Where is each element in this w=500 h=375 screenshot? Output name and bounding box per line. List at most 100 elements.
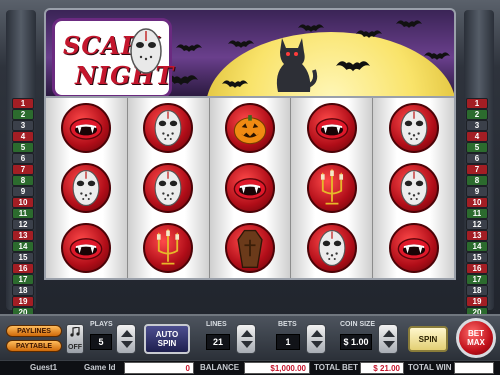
total-win-label: TOTAL WIN <box>408 363 452 372</box>
payline-indicator-17[interactable]: 17 <box>466 274 488 285</box>
lips-fangs-icon <box>388 223 439 273</box>
payline-indicator-18[interactable]: 18 <box>466 285 488 296</box>
lines-label: LINES <box>206 321 227 328</box>
payline-indicators-right: 123456789101112131415161718192021 <box>462 96 492 329</box>
payline-indicator-7[interactable]: 7 <box>12 164 34 175</box>
payline-indicator-10[interactable]: 10 <box>12 197 34 208</box>
bat-icon <box>176 44 202 52</box>
payline-indicator-5[interactable]: 5 <box>466 142 488 153</box>
bat-icon <box>424 52 450 60</box>
bet-max-label-line-1: BET <box>468 329 484 338</box>
candelabra-icon <box>306 163 357 213</box>
game-id-label: Game Id <box>84 363 116 372</box>
total-bet-label: TOTAL BET <box>314 363 358 372</box>
payline-indicator-18[interactable]: 18 <box>12 285 34 296</box>
total-bet-value: $ 21.00 <box>360 362 404 374</box>
lines-increase-icon[interactable] <box>241 330 253 337</box>
lips-fangs-icon <box>61 223 112 273</box>
bat-icon <box>396 20 422 28</box>
payline-indicator-12[interactable]: 12 <box>12 219 34 230</box>
spin-button[interactable]: SPIN <box>408 326 448 352</box>
bets-value: 1 <box>276 334 300 350</box>
payline-indicator-1[interactable]: 1 <box>12 98 34 109</box>
payline-indicator-7[interactable]: 7 <box>466 164 488 175</box>
payline-indicator-19[interactable]: 19 <box>466 296 488 307</box>
username: Guest1 <box>30 363 58 372</box>
plays-decrease-icon[interactable] <box>121 341 133 348</box>
hockey-mask-icon <box>143 163 194 213</box>
bat-icon <box>228 40 254 48</box>
payline-indicator-6[interactable]: 6 <box>12 153 34 164</box>
autospin-label-line-2: SPIN <box>157 339 177 348</box>
payline-indicators-left: 123456789101112131415161718192021 <box>8 96 38 329</box>
black-cat-icon <box>276 38 318 92</box>
lines-stepper[interactable] <box>236 324 256 354</box>
hockey-mask-icon <box>388 163 439 213</box>
autospin-label-line-1: AUTO <box>155 330 179 339</box>
payline-indicator-16[interactable]: 16 <box>12 263 34 274</box>
bet-max-button[interactable]: BET MAX <box>456 318 496 358</box>
bets-increase-icon[interactable] <box>311 330 323 337</box>
control-panel: PAYLINES PAYTABLE OFF PLAYS 5 AUTO SPIN L… <box>0 314 500 360</box>
payline-indicator-4[interactable]: 4 <box>466 131 488 142</box>
payline-indicator-3[interactable]: 3 <box>466 120 488 131</box>
slot-machine-cabinet: SCARY NIGHT 1 2 3 4 5 6 7 8 9 10 11 12 13 14 15 16 17 18 1… <box>0 0 500 375</box>
payline-indicator-13[interactable]: 13 <box>466 230 488 241</box>
total-win-value <box>454 362 494 374</box>
payline-indicator-11[interactable]: 11 <box>12 208 34 219</box>
coin-size-label: COIN SIZE <box>340 321 376 328</box>
payline-indicator-16[interactable]: 16 <box>466 263 488 274</box>
payline-indicator-2[interactable]: 2 <box>466 109 488 120</box>
game-logo: SCARY NIGHT <box>52 18 173 96</box>
payline-indicator-2[interactable]: 2 <box>12 109 34 120</box>
payline-indicator-10[interactable]: 10 <box>466 197 488 208</box>
coffin-icon <box>224 223 275 273</box>
payline-indicator-1[interactable]: 1 <box>466 98 488 109</box>
payline-indicator-15[interactable]: 15 <box>466 252 488 263</box>
paytable-button[interactable]: PAYTABLE <box>6 340 62 352</box>
jack-o-lantern-icon <box>224 103 275 153</box>
bat-icon <box>222 80 248 88</box>
payline-indicator-17[interactable]: 17 <box>12 274 34 285</box>
autospin-button[interactable]: AUTO SPIN <box>144 324 190 354</box>
payline-indicator-13[interactable]: 13 <box>12 230 34 241</box>
payline-indicator-8[interactable]: 8 <box>12 175 34 186</box>
payline-indicator-3[interactable]: 3 <box>12 120 34 131</box>
payline-indicator-11[interactable]: 11 <box>466 208 488 219</box>
bets-stepper[interactable] <box>306 324 326 354</box>
bat-icon <box>298 24 324 32</box>
sound-toggle-button[interactable]: OFF <box>66 324 84 354</box>
plays-increase-icon[interactable] <box>121 330 133 337</box>
lips-fangs-icon <box>61 103 112 153</box>
sound-off-label: OFF <box>68 344 82 351</box>
payline-indicator-14[interactable]: 14 <box>466 241 488 252</box>
plays-value: 5 <box>90 334 112 350</box>
lips-fangs-icon <box>224 163 275 213</box>
candelabra-icon <box>143 223 194 273</box>
lines-decrease-icon[interactable] <box>241 341 253 348</box>
coin-size-value: $ 1.00 <box>340 334 372 350</box>
payline-indicator-9[interactable]: 9 <box>12 186 34 197</box>
payline-indicator-14[interactable]: 14 <box>12 241 34 252</box>
bets-label: BETS <box>278 321 297 328</box>
balance-label: BALANCE <box>200 363 240 372</box>
payline-indicator-5[interactable]: 5 <box>12 142 34 153</box>
plays-stepper[interactable] <box>116 324 136 354</box>
payline-indicator-9[interactable]: 9 <box>466 186 488 197</box>
payline-indicator-8[interactable]: 8 <box>466 175 488 186</box>
payline-indicator-15[interactable]: 15 <box>12 252 34 263</box>
reel-5 <box>373 98 454 278</box>
coin-size-increase-icon[interactable] <box>383 330 395 337</box>
coin-size-decrease-icon[interactable] <box>383 341 395 348</box>
payline-indicator-19[interactable]: 19 <box>12 296 34 307</box>
payline-indicator-6[interactable]: 6 <box>466 153 488 164</box>
payline-indicator-12[interactable]: 12 <box>466 219 488 230</box>
lines-value: 21 <box>206 334 230 350</box>
game-id-value: 0 <box>124 362 194 374</box>
hockey-mask-icon <box>130 28 162 74</box>
hockey-mask-icon <box>388 103 439 153</box>
paylines-button[interactable]: PAYLINES <box>6 325 62 337</box>
bets-decrease-icon[interactable] <box>311 341 323 348</box>
coin-size-stepper[interactable] <box>378 324 398 354</box>
payline-indicator-4[interactable]: 4 <box>12 131 34 142</box>
